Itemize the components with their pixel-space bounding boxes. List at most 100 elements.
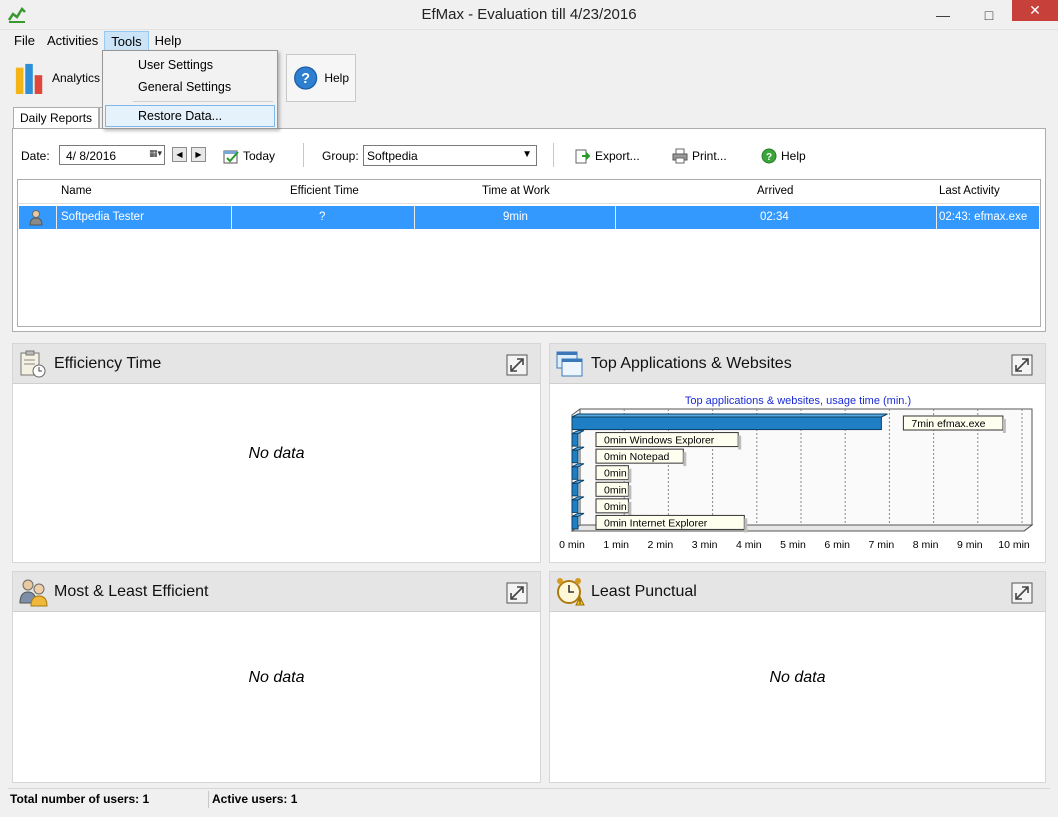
window-title: EfMax - Evaluation till 4/23/2016 <box>421 6 637 23</box>
expand-icon[interactable] <box>506 582 528 604</box>
group-label: Group: <box>322 149 359 163</box>
tab-daily-reports[interactable]: Daily Reports <box>13 107 100 129</box>
column-header-time-at-work[interactable]: Time at Work <box>482 185 550 197</box>
help-circle-icon: ? <box>761 148 777 164</box>
menu-bar: File Activities Tools Help <box>8 31 187 51</box>
widget-header: ! Least Punctual <box>550 572 1045 612</box>
x-tick-label: 8 min <box>913 539 939 551</box>
expand-icon[interactable] <box>1011 354 1033 376</box>
efficiency-time-title: Efficiency Time <box>54 355 162 372</box>
analytics-icon <box>15 63 43 94</box>
table-row[interactable]: Softpedia Tester ? 9min 02:34 02:43: efm… <box>19 206 1039 229</box>
x-tick-label: 10 min <box>998 539 1030 551</box>
bar <box>571 482 579 497</box>
filter-separator <box>303 143 304 167</box>
daily-report-panel: Date: 4/ 8/2016 ▦▾ ◀ ▶ Today Group: Soft… <box>12 128 1046 332</box>
toolbar-help-label: Help <box>324 71 349 85</box>
menu-tools[interactable]: Tools <box>104 31 149 51</box>
cell-last-activity: 02:43: efmax.exe <box>939 211 1028 223</box>
top-apps-widget: Top Applications & Websites Top applicat… <box>549 343 1046 563</box>
users-icon <box>19 579 48 607</box>
analytics-button[interactable]: Analytics <box>8 54 106 102</box>
chart-title: Top applications & websites, usage time … <box>685 395 911 407</box>
svg-text:!: ! <box>579 600 581 606</box>
x-tick-label: 4 min <box>736 539 762 551</box>
bar-label-shadow <box>738 435 742 450</box>
title-bar: EfMax - Evaluation till 4/23/2016 — □ ✕ <box>0 0 1058 30</box>
bar <box>571 433 579 447</box>
bar-top <box>571 413 888 418</box>
bar-label: 0min Internet Explorer <box>604 517 708 529</box>
grid-header: Name Efficient Time Time at Work Arrived… <box>18 180 1040 204</box>
windows-icon <box>556 351 583 377</box>
most-least-efficient-widget: Most & Least Efficient No data <box>12 571 541 783</box>
date-label: Date: <box>21 149 50 163</box>
widget-header: Efficiency Time <box>13 344 540 384</box>
help-icon: ? <box>294 66 318 90</box>
bar-label-shadow <box>628 501 632 516</box>
bar <box>571 416 882 431</box>
x-tick-label: 5 min <box>780 539 806 551</box>
bar-label-shadow <box>744 518 748 533</box>
export-icon <box>575 149 591 164</box>
filter-separator <box>553 143 554 167</box>
bar <box>571 499 579 513</box>
bar-label-shadow <box>628 468 632 483</box>
expand-icon[interactable] <box>1011 582 1033 604</box>
efficiency-time-widget: Efficiency Time No data <box>12 343 541 563</box>
export-button[interactable]: Export... <box>575 146 640 166</box>
menu-item-general-settings[interactable]: General Settings <box>105 76 275 98</box>
menu-separator <box>133 101 273 102</box>
expand-icon[interactable] <box>506 354 528 376</box>
print-label: Print... <box>692 149 727 163</box>
x-tick-label: 6 min <box>824 539 850 551</box>
previous-day-button[interactable]: ◀ <box>172 147 187 162</box>
total-users-status: Total number of users: 1 <box>10 792 150 806</box>
bar-label-shadow <box>1002 419 1006 433</box>
bar <box>571 466 579 480</box>
menu-help[interactable]: Help <box>149 31 188 51</box>
calendar-dropdown-icon[interactable]: ▦▾ <box>149 148 162 159</box>
column-header-last-activity[interactable]: Last Activity <box>939 185 1000 197</box>
bar-label: 0min <box>604 468 627 480</box>
filter-help-button[interactable]: ? Help <box>761 146 806 166</box>
cell-arrived: 02:34 <box>760 211 789 223</box>
efficiency-no-data: No data <box>248 445 305 462</box>
group-value: Softpedia <box>367 149 418 163</box>
menu-file[interactable]: File <box>8 31 41 51</box>
next-day-button[interactable]: ▶ <box>191 147 206 162</box>
column-header-name[interactable]: Name <box>61 185 92 197</box>
minimize-icon[interactable]: — <box>920 0 966 29</box>
today-label: Today <box>243 149 276 163</box>
top-apps-chart: Top applications & websites, usage time … <box>559 395 1034 551</box>
most-least-efficient-title: Most & Least Efficient <box>54 583 209 600</box>
bar <box>571 449 579 464</box>
bar-label: 0min Notepad <box>604 451 670 463</box>
bar-label: 0min Windows Explorer <box>604 435 715 447</box>
tools-dropdown-menu: User Settings General Settings Restore D… <box>102 50 278 129</box>
cell-efficient-time: ? <box>319 211 326 223</box>
date-picker[interactable]: 4/ 8/2016 ▦▾ <box>59 145 165 165</box>
cell-name: Softpedia Tester <box>61 211 144 223</box>
menu-item-restore-data[interactable]: Restore Data... <box>105 105 275 127</box>
bar-label: 0min <box>604 484 627 496</box>
menu-activities[interactable]: Activities <box>41 31 104 51</box>
today-button[interactable]: Today <box>223 146 275 166</box>
print-button[interactable]: Print... <box>672 146 727 166</box>
bar-label-shadow <box>683 452 687 467</box>
menu-item-user-settings[interactable]: User Settings <box>105 54 275 76</box>
bar-label-shadow <box>628 485 632 500</box>
date-value: 4/ 8/2016 <box>66 149 117 163</box>
maximize-icon[interactable]: □ <box>966 0 1012 29</box>
close-icon[interactable]: ✕ <box>1012 0 1058 21</box>
column-header-efficient-time[interactable]: Efficient Time <box>290 185 359 197</box>
bar <box>571 515 579 530</box>
group-select[interactable]: Softpedia ▼ <box>363 145 537 166</box>
clipboard-clock-icon <box>20 350 46 378</box>
bar-label: 7min efmax.exe <box>911 418 985 430</box>
top-apps-title: Top Applications & Websites <box>591 355 792 372</box>
chevron-down-icon: ▼ <box>522 149 532 160</box>
column-header-arrived[interactable]: Arrived <box>757 185 793 197</box>
toolbar-help-button[interactable]: ? Help <box>286 54 356 102</box>
svg-text:?: ? <box>301 71 310 87</box>
